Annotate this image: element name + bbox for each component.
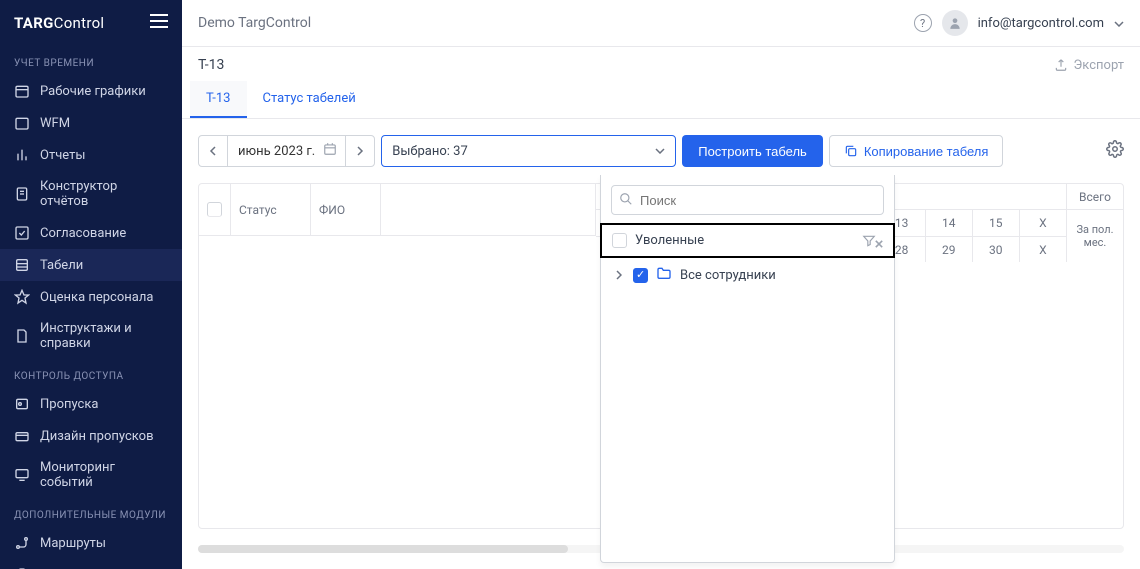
sidebar-item-label: Табели: [40, 258, 83, 273]
settings-button[interactable]: [1106, 140, 1124, 162]
copy-timesheet-button[interactable]: Копирование табеля: [829, 135, 1004, 167]
calendar-icon: [323, 142, 337, 160]
day-cell: 29: [926, 237, 973, 262]
avatar[interactable]: [942, 10, 968, 36]
doc-icon: [14, 186, 30, 202]
day-cell: 15: [973, 210, 1020, 236]
sidebar-item[interactable]: Инструктажи и справки: [0, 313, 182, 359]
sidebar-section-title: ДОПОЛНИТЕЛЬНЫЕ МОДУЛИ: [0, 498, 182, 527]
sidebar-item[interactable]: Дизайн пропусков: [0, 420, 182, 452]
sidebar-item[interactable]: Мониторинг событий: [0, 452, 182, 498]
next-month-button[interactable]: [345, 135, 375, 167]
copy-icon: [844, 144, 858, 158]
day-cell: 30: [973, 237, 1020, 262]
sidebar-item-label: Рабочие графики: [40, 84, 146, 99]
calendar-icon: [14, 83, 30, 99]
employee-selector[interactable]: Выбрано: 37: [381, 135, 676, 167]
tab-status[interactable]: Статус табелей: [247, 81, 372, 118]
sidebar: TARGControl УЧЕТ ВРЕМЕНИ Рабочие графики W…: [0, 0, 182, 569]
sidebar-item-label: Согласование: [40, 226, 126, 241]
sidebar-item[interactable]: WFM: [0, 107, 182, 139]
page-icon: [14, 328, 30, 344]
filter-clear-icon[interactable]: [862, 234, 883, 248]
chevron-down-icon: [655, 148, 665, 154]
dropdown-all-row[interactable]: Все сотрудники: [601, 258, 894, 292]
date-display[interactable]: июнь 2023 г.: [228, 135, 345, 167]
sidebar-item[interactable]: Оценка персонала: [0, 281, 182, 313]
sidebar-item-label: Конструктор отчётов: [40, 179, 168, 209]
check-icon: [14, 225, 30, 241]
day-cell: 14: [926, 210, 973, 236]
prev-month-button[interactable]: [198, 135, 228, 167]
day-cell: X: [1020, 237, 1066, 262]
sidebar-item-label: Дизайн пропусков: [40, 429, 154, 444]
sidebar-item[interactable]: Маршруты: [0, 527, 182, 559]
gear-icon: [1106, 140, 1124, 158]
sidebar-item[interactable]: Рабочие графики: [0, 75, 182, 107]
export-button[interactable]: Экспорт: [1054, 58, 1124, 73]
select-all-checkbox[interactable]: [207, 202, 222, 217]
col-fio: ФИО: [311, 184, 381, 236]
sidebar-item-label: Оценка персонала: [40, 290, 153, 305]
route-icon: [14, 535, 30, 551]
all-checkbox[interactable]: [633, 268, 648, 283]
sidebar-item-label: Отчеты: [40, 148, 85, 163]
fired-label: Уволенные: [635, 233, 704, 248]
sidebar-item[interactable]: Проекты: [0, 559, 182, 569]
folder-icon: [656, 266, 672, 284]
page-title: Т-13: [198, 57, 224, 73]
sidebar-item-label: Мониторинг событий: [40, 460, 168, 490]
sidebar-section-title: УЧЕТ ВРЕМЕНИ: [0, 46, 182, 75]
all-label: Все сотрудники: [680, 268, 776, 283]
badge-icon: [14, 396, 30, 412]
chevron-down-icon[interactable]: [1114, 16, 1124, 31]
fired-checkbox[interactable]: [612, 233, 627, 248]
sidebar-item[interactable]: Пропуска: [0, 388, 182, 420]
monitor-icon: [14, 467, 30, 483]
dropdown-search-input[interactable]: [611, 185, 884, 215]
sidebar-item-label: WFM: [40, 116, 70, 131]
sidebar-item-label: Пропуска: [40, 397, 98, 412]
org-title: Demo TargControl: [198, 15, 311, 31]
toolbar: июнь 2023 г. Выбрано: 37 Построить табел…: [182, 119, 1140, 183]
sidebar-section-title: КОНТРОЛЬ ДОСТУПА: [0, 359, 182, 388]
hamburger-icon[interactable]: [150, 14, 168, 32]
sidebar-item-label: Маршруты: [40, 536, 106, 551]
user-email[interactable]: info@targcontrol.com: [978, 16, 1104, 31]
design-icon: [14, 428, 30, 444]
topbar: Demo TargControl ? info@targcontrol.com: [182, 0, 1140, 47]
sidebar-item[interactable]: Согласование: [0, 217, 182, 249]
employee-dropdown: Уволенные Все сотрудники: [600, 175, 895, 563]
help-icon[interactable]: ?: [914, 14, 932, 32]
col-total-sub: За пол. мес.: [1067, 210, 1123, 262]
star-icon: [14, 289, 30, 305]
col-total: Всего: [1067, 184, 1123, 210]
sidebar-item[interactable]: Конструктор отчётов: [0, 171, 182, 217]
sidebar-item[interactable]: Отчеты: [0, 139, 182, 171]
dropdown-fired-row[interactable]: Уволенные: [600, 223, 895, 258]
bars-icon: [14, 147, 30, 163]
list-icon: [14, 257, 30, 273]
sidebar-item[interactable]: Табели: [0, 249, 182, 281]
build-timesheet-button[interactable]: Построить табель: [682, 135, 823, 167]
cal-blank-icon: [14, 115, 30, 131]
tab-t13[interactable]: Т-13: [190, 81, 247, 118]
logo: TARGControl: [14, 14, 104, 32]
day-cell: X: [1020, 210, 1066, 236]
tabs: Т-13 Статус табелей: [182, 81, 1140, 119]
sidebar-item-label: Инструктажи и справки: [40, 321, 168, 351]
search-icon: [619, 192, 633, 210]
chevron-right-icon[interactable]: [613, 270, 625, 280]
col-status: Статус: [231, 184, 311, 236]
